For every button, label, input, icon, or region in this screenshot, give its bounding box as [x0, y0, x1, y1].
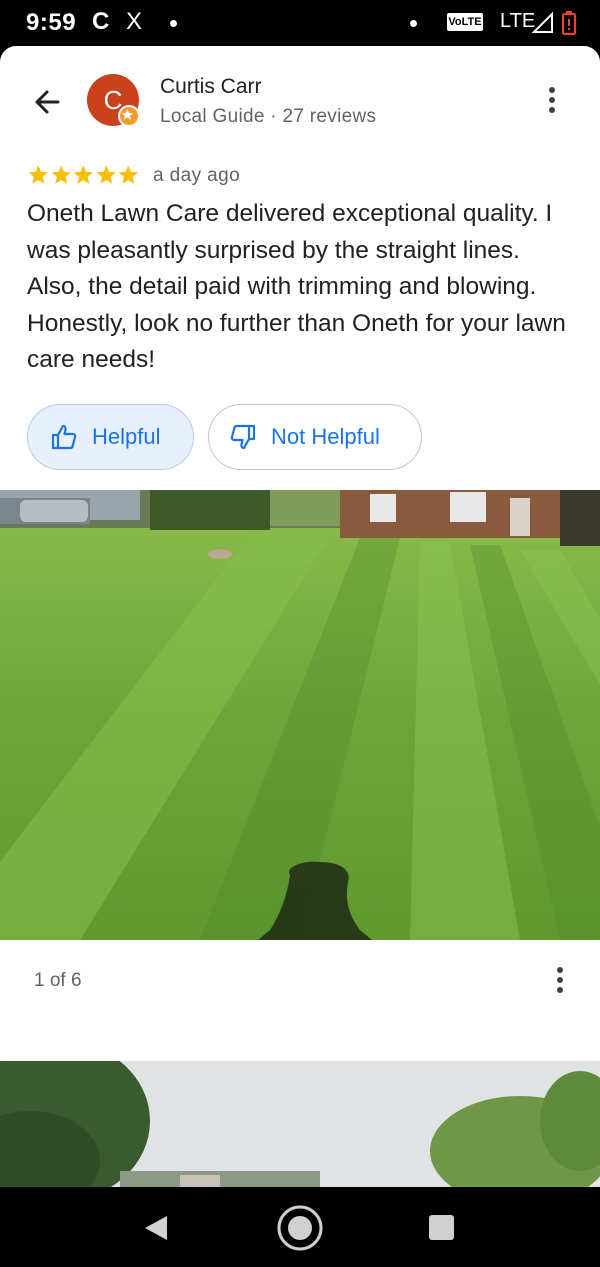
volte-badge: VoLTE — [447, 13, 483, 31]
network-type: LTE — [500, 10, 536, 32]
battery-icon — [562, 11, 576, 35]
photo-counter: 1 of 6 — [34, 970, 82, 991]
author-meta: Local Guide · 27 reviews — [160, 106, 377, 127]
thumbs-up-icon — [51, 424, 77, 450]
status-time: 9:59 — [26, 9, 77, 36]
photo-more-options-icon[interactable] — [550, 964, 570, 996]
star-icon — [119, 165, 139, 184]
status-bar: 9:59 C X VoLTE LTE — [0, 0, 600, 46]
signal-icon — [532, 12, 553, 33]
review-text: Oneth Lawn Care delivered exceptional qu… — [27, 200, 566, 373]
not-helpful-button[interactable]: Not Helpful — [208, 404, 422, 470]
star-icon — [96, 165, 116, 184]
local-guide-badge-icon — [118, 105, 140, 127]
review-photo-second[interactable] — [0, 1061, 600, 1187]
review-detail-sheet: C Curtis Carr Local Guide · 27 reviews a… — [0, 46, 600, 1187]
back-arrow-icon[interactable] — [28, 82, 68, 122]
review-date: a day ago — [153, 165, 241, 186]
notification-x-icon: X — [126, 8, 143, 35]
review-photo-lawn[interactable] — [0, 490, 600, 940]
helpful-label: Helpful — [92, 424, 161, 449]
author-name[interactable]: Curtis Carr — [160, 75, 262, 99]
notification-c-icon: C — [92, 8, 110, 35]
nav-recents-icon[interactable] — [429, 1215, 454, 1240]
helpful-button[interactable]: Helpful — [27, 404, 194, 470]
star-icon — [73, 165, 94, 184]
nav-back-icon[interactable] — [143, 1214, 169, 1242]
not-helpful-label: Not Helpful — [271, 424, 380, 449]
nav-home-icon[interactable] — [276, 1204, 324, 1252]
star-icon — [51, 165, 71, 184]
star-icon — [28, 165, 48, 184]
star-rating — [27, 164, 140, 188]
notification-dot-icon — [170, 20, 177, 27]
system-nav-bar — [0, 1187, 600, 1267]
more-options-icon[interactable] — [540, 84, 564, 116]
status-dot-icon — [410, 20, 417, 27]
thumbs-down-icon — [230, 424, 256, 450]
